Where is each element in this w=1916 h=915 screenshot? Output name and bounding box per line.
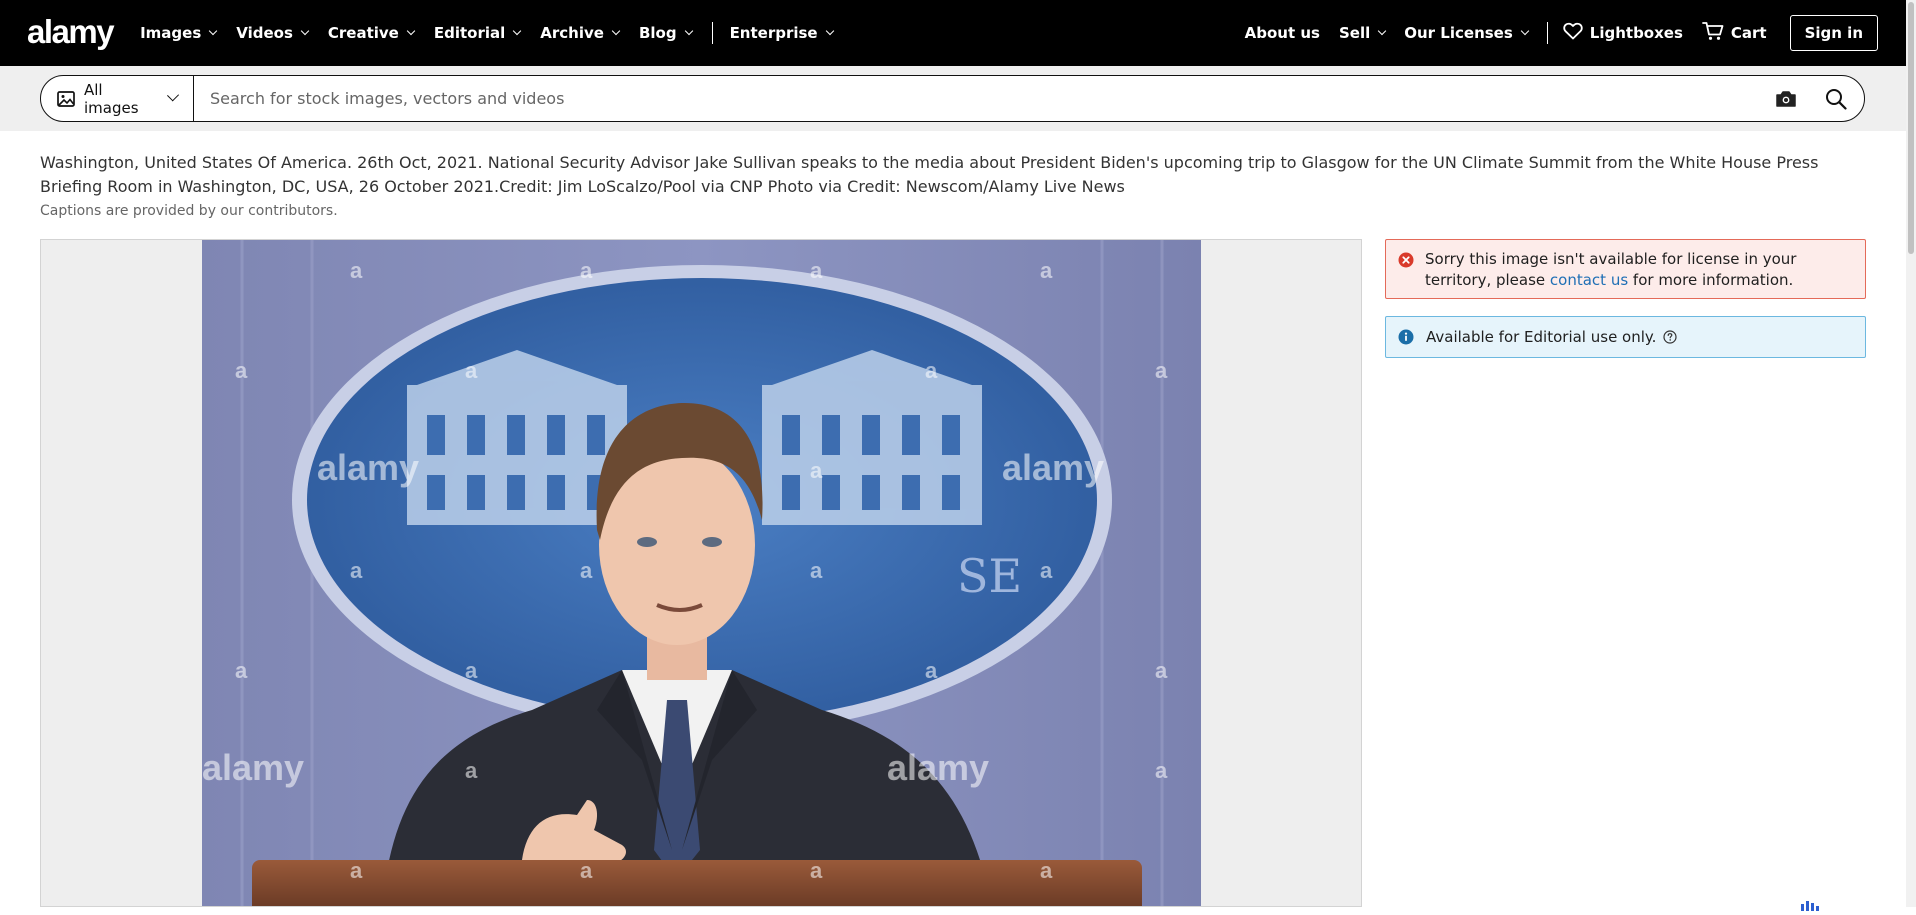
nav-cart-label: Cart — [1730, 24, 1767, 42]
nav-creative-label: Creative — [327, 24, 399, 42]
category-dropdown[interactable]: All images — [41, 76, 194, 121]
chevron-down-icon — [825, 26, 834, 36]
image-viewer: SE a a a a a a a a alamy alamy a a a a a… — [40, 239, 1362, 907]
category-label: All images — [84, 80, 139, 117]
nav-sell[interactable]: Sell — [1338, 24, 1387, 42]
watermark: a — [925, 358, 938, 383]
top-nav: alamy Images Videos Creative Editorial A… — [0, 0, 1906, 66]
info-circle-icon — [1398, 329, 1414, 349]
chevron-down-icon — [166, 89, 179, 102]
watermark: a — [580, 858, 593, 883]
nav-archive[interactable]: Archive — [540, 24, 621, 42]
camera-icon[interactable] — [1764, 77, 1808, 121]
error-circle-icon — [1398, 252, 1414, 274]
nav-editorial[interactable]: Editorial — [433, 24, 522, 42]
nav-licenses-label: Our Licenses — [1404, 24, 1513, 42]
chevron-down-icon — [406, 26, 416, 36]
watermark: a — [810, 458, 823, 483]
chevron-down-icon — [300, 26, 310, 36]
nav-cart[interactable]: Cart — [1701, 21, 1767, 45]
caption-note: Captions are provided by our contributor… — [40, 203, 338, 219]
watermark: a — [465, 758, 478, 783]
chevron-down-icon — [611, 26, 621, 36]
nav-videos[interactable]: Videos — [236, 24, 310, 42]
editorial-use-notice: Available for Editorial use only. — [1385, 316, 1866, 358]
territory-alert: Sorry this image isn't available for lic… — [1385, 239, 1866, 299]
image-caption: Washington, United States Of America. 26… — [40, 153, 1819, 196]
watermark: a — [350, 558, 363, 583]
watermark: a — [465, 358, 478, 383]
nav-blog[interactable]: Blog — [638, 24, 693, 42]
nav-archive-label: Archive — [540, 24, 604, 42]
nav-enterprise-label: Enterprise — [729, 24, 818, 42]
search-band: All images — [0, 66, 1906, 131]
watermark-logo: alamy — [202, 747, 304, 788]
chevron-down-icon — [209, 26, 218, 36]
image-icon — [57, 90, 75, 107]
watermark: a — [580, 558, 593, 583]
nav-videos-label: Videos — [236, 24, 293, 42]
chevron-down-icon — [513, 26, 522, 36]
watermark: a — [465, 658, 478, 683]
alamy-logo[interactable]: alamy — [27, 15, 115, 48]
nav-sell-label: Sell — [1338, 24, 1371, 42]
help-circle-icon[interactable] — [1663, 330, 1678, 344]
scrollbar-thumb[interactable] — [1908, 2, 1914, 254]
nav-blog-label: Blog — [638, 24, 677, 42]
watermark: a — [1155, 758, 1168, 783]
watermark: a — [810, 258, 823, 283]
nav-divider — [1546, 22, 1548, 44]
nav-lightboxes[interactable]: Lightboxes — [1563, 22, 1683, 44]
watermark-logo: alamy — [317, 447, 419, 488]
watermark: a — [810, 558, 823, 583]
nav-right-group: About us Sell Our Licenses Lightboxes Ca… — [1245, 15, 1878, 51]
watermark: a — [580, 258, 593, 283]
watermark: a — [1040, 558, 1053, 583]
watermark: a — [1040, 858, 1053, 883]
feedback-widget-icon[interactable] — [1798, 896, 1822, 911]
chevron-down-icon — [684, 26, 693, 36]
alert-text-end: for more information. — [1628, 271, 1794, 289]
preview-image[interactable]: SE a a a a a a a a alamy alamy a a a a a… — [202, 240, 1201, 906]
search-icon[interactable] — [1814, 77, 1858, 121]
nav-about-us[interactable]: About us — [1245, 24, 1320, 42]
watermark: a — [235, 658, 248, 683]
watermark: a — [1155, 658, 1168, 683]
watermark: a — [1040, 258, 1053, 283]
nav-editorial-label: Editorial — [433, 24, 506, 42]
backdrop-text: SE — [957, 549, 1022, 603]
editorial-use-text: Available for Editorial use only. — [1426, 328, 1657, 346]
chevron-down-icon — [1378, 26, 1387, 36]
search-input[interactable] — [194, 76, 1764, 121]
sign-in-button[interactable]: Sign in — [1789, 15, 1878, 51]
watermark-logo: alamy — [887, 747, 989, 788]
heart-icon — [1563, 22, 1583, 44]
watermark-logo: alamy — [1002, 447, 1104, 488]
watermark: a — [235, 358, 248, 383]
nav-divider — [711, 22, 713, 44]
cart-icon — [1701, 21, 1724, 45]
chevron-down-icon — [1520, 26, 1530, 36]
watermark: a — [925, 658, 938, 683]
nav-images[interactable]: Images — [140, 24, 218, 42]
nav-our-licenses[interactable]: Our Licenses — [1404, 24, 1530, 42]
watermark: a — [350, 858, 363, 883]
watermark: a — [350, 258, 363, 283]
search-bar: All images — [40, 75, 1865, 122]
contact-us-link[interactable]: contact us — [1550, 271, 1628, 289]
nav-enterprise[interactable]: Enterprise — [729, 24, 834, 42]
nav-images-label: Images — [140, 24, 202, 42]
nav-creative[interactable]: Creative — [327, 24, 416, 42]
nav-lightboxes-label: Lightboxes — [1589, 24, 1683, 42]
watermark: a — [810, 858, 823, 883]
watermark: a — [1155, 358, 1168, 383]
